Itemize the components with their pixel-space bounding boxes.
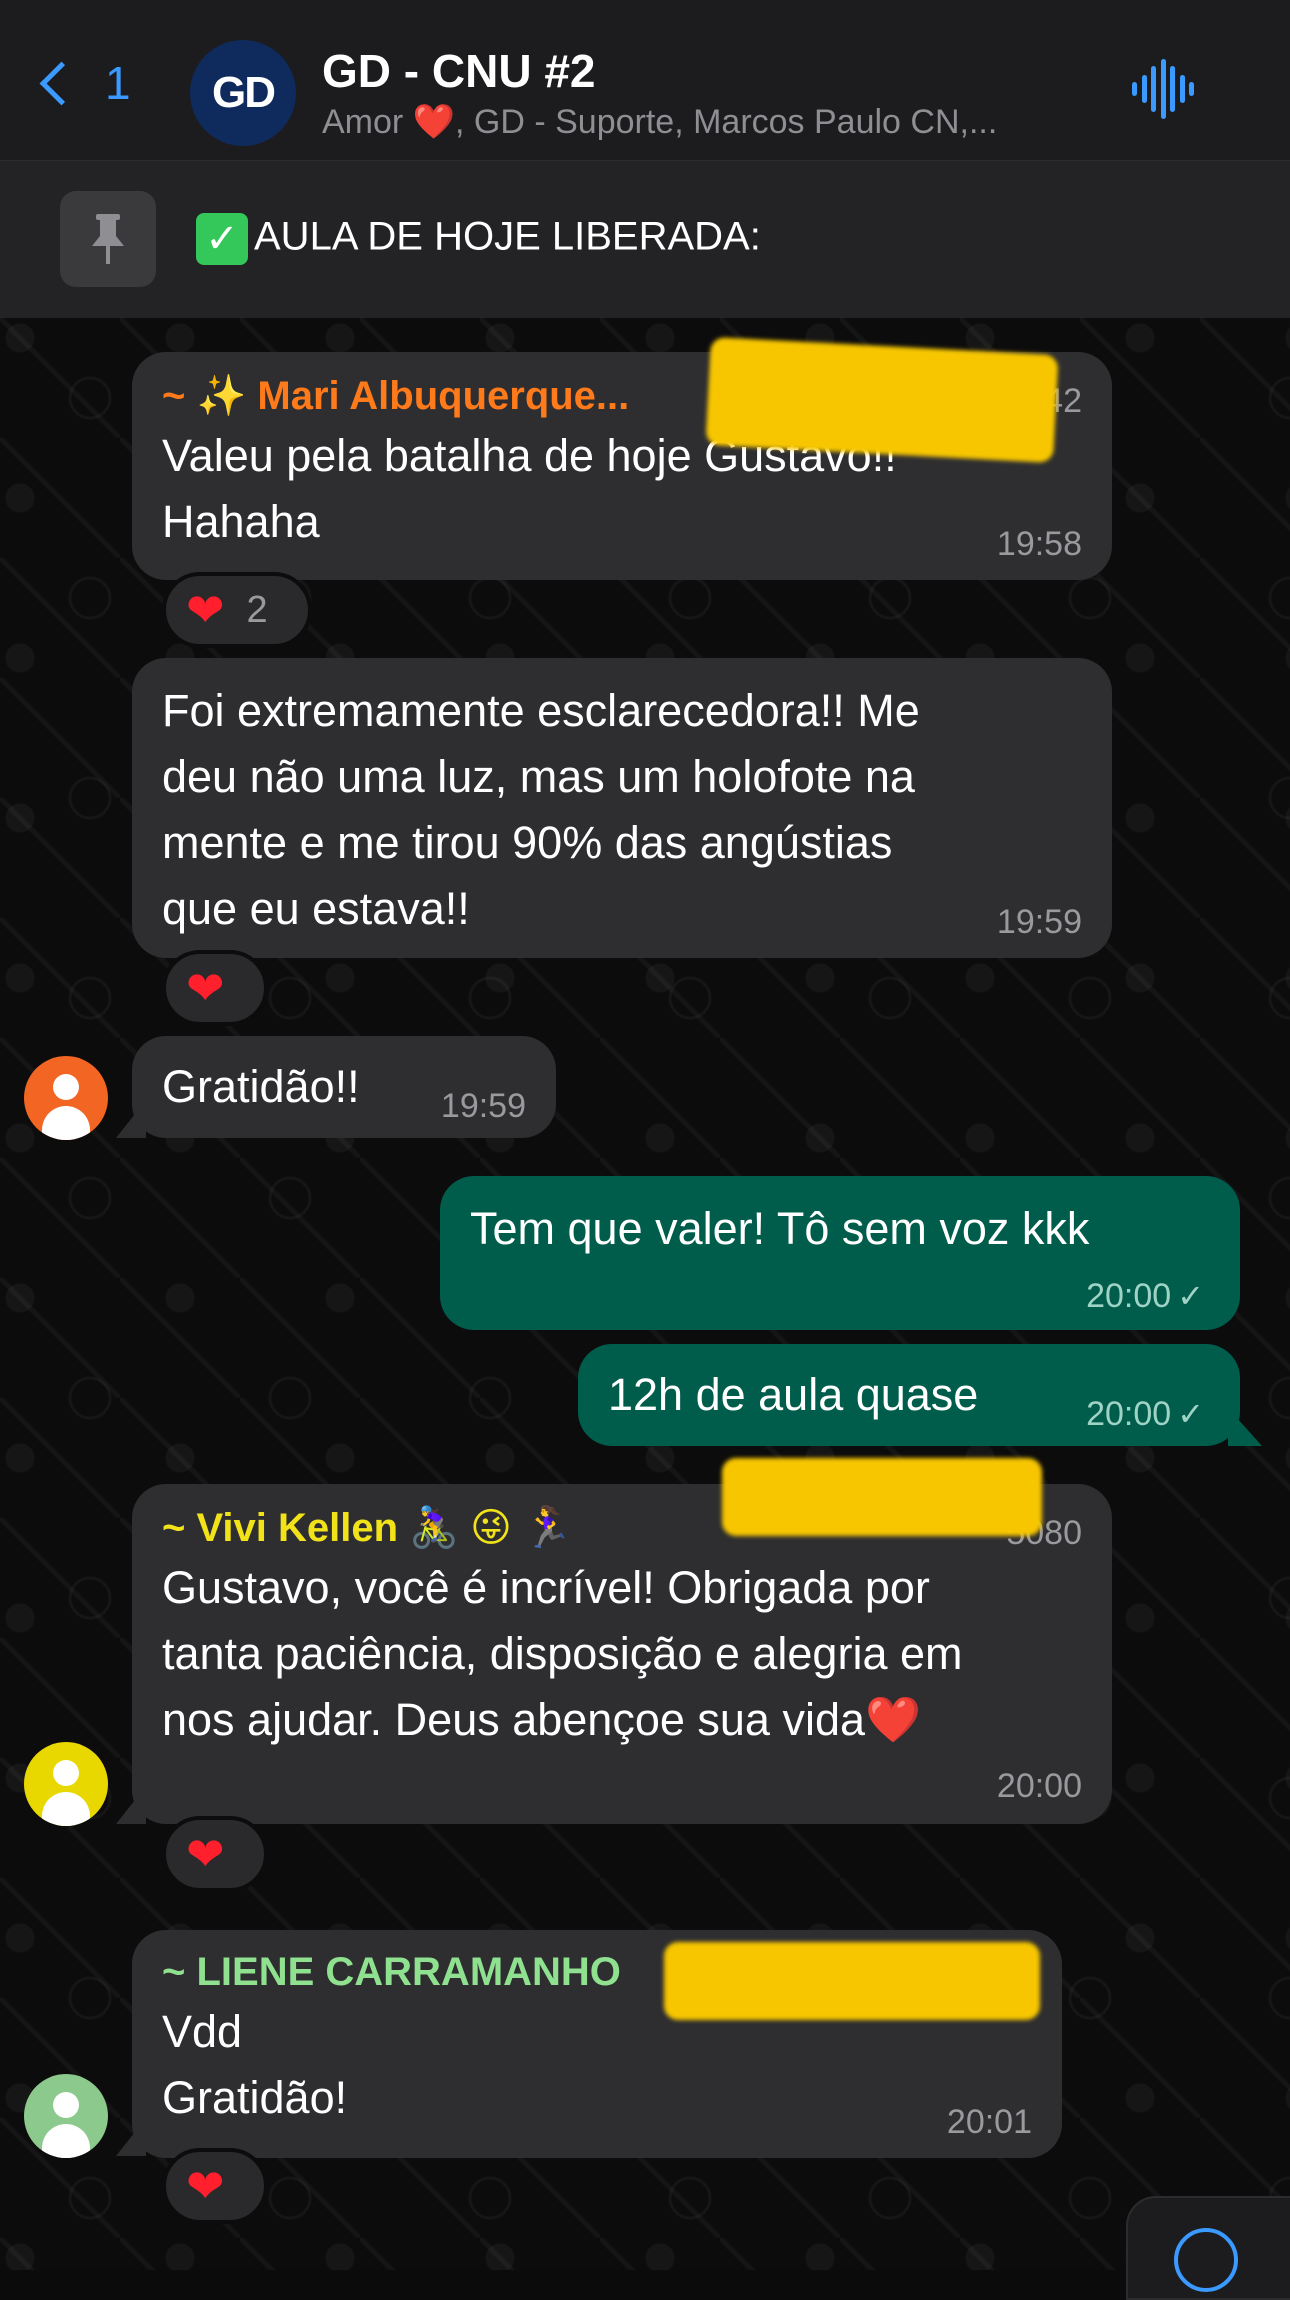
pinned-message-bar[interactable]: ✓ AULA DE HOJE LIBERADA: [0,161,1290,318]
heart-icon: ❤ [186,962,225,1014]
redaction-mark [664,1942,1040,2020]
reaction-pill[interactable]: ❤ 2 [162,572,312,648]
back-count: 1 [105,57,131,109]
scroll-down-button[interactable] [1126,2196,1290,2300]
pin-icon [60,191,156,287]
message-time: 20:01 [946,2103,1032,2141]
user-avatar-icon[interactable] [24,1742,108,1826]
back-chevron-icon [39,61,84,105]
heart-icon: ❤ [186,2160,225,2212]
message-bubble[interactable]: Gratidão!! 19:59 [132,1036,556,1138]
sent-check-icon: ✓ [1177,1278,1204,1314]
reaction-pill[interactable]: ❤ [162,2148,268,2224]
message-text: Tem que valer! Tô sem voz kkk [470,1203,1090,1254]
back-button[interactable]: 1 [36,56,131,110]
message-bubble-outgoing[interactable]: 12h de aula quase 20:00 ✓ [578,1344,1240,1446]
heart-icon: ❤ [186,1828,225,1880]
message-time: 20:00 [996,1767,1082,1805]
reaction-pill[interactable]: ❤ [162,1816,268,1892]
audio-wave-icon[interactable] [1132,58,1194,120]
bubble-tail [116,1100,146,1138]
message-time: 19:58 [996,525,1082,563]
message-time: 19:59 [440,1087,526,1125]
group-avatar-text: GD [212,68,276,117]
redaction-mark [705,336,1059,464]
message-text: Gustavo, você é incrível! Obrigada por t… [162,1562,963,1745]
bubble-tail [116,1786,146,1824]
message-time: 19:59 [996,903,1082,941]
user-avatar-icon[interactable] [24,2074,108,2158]
message-time: 20:00 ✓ [1086,1277,1204,1315]
bubble-tail [1228,1408,1262,1446]
redaction-mark [722,1458,1042,1536]
message-text: Foi extremamente esclarecedora!! Me deu … [162,685,920,934]
chat-title[interactable]: GD - CNU #2 [322,44,595,98]
user-avatar-icon[interactable] [24,1056,108,1140]
chat-header: 1 GD GD - CNU #2 Amor ❤️, GD - Suporte, … [0,0,1290,161]
bubble-tail [116,2118,146,2156]
heart-icon: ❤ [186,584,225,636]
group-avatar[interactable]: GD [190,40,296,146]
message-time: 20:00 ✓ [1086,1395,1204,1433]
check-emoji-icon: ✓ [196,213,248,265]
chat-participants[interactable]: Amor ❤️, GD - Suporte, Marcos Paulo CN,.… [322,102,1082,142]
sent-check-icon: ✓ [1177,1396,1204,1432]
scroll-down-icon [1174,2228,1238,2292]
pinned-text: ✓ AULA DE HOJE LIBERADA: [196,213,761,265]
message-bubble[interactable]: Foi extremamente esclarecedora!! Me deu … [132,658,1112,958]
message-bubble-outgoing[interactable]: Tem que valer! Tô sem voz kkk 20:00 ✓ [440,1176,1240,1330]
reaction-pill[interactable]: ❤ [162,950,268,1026]
